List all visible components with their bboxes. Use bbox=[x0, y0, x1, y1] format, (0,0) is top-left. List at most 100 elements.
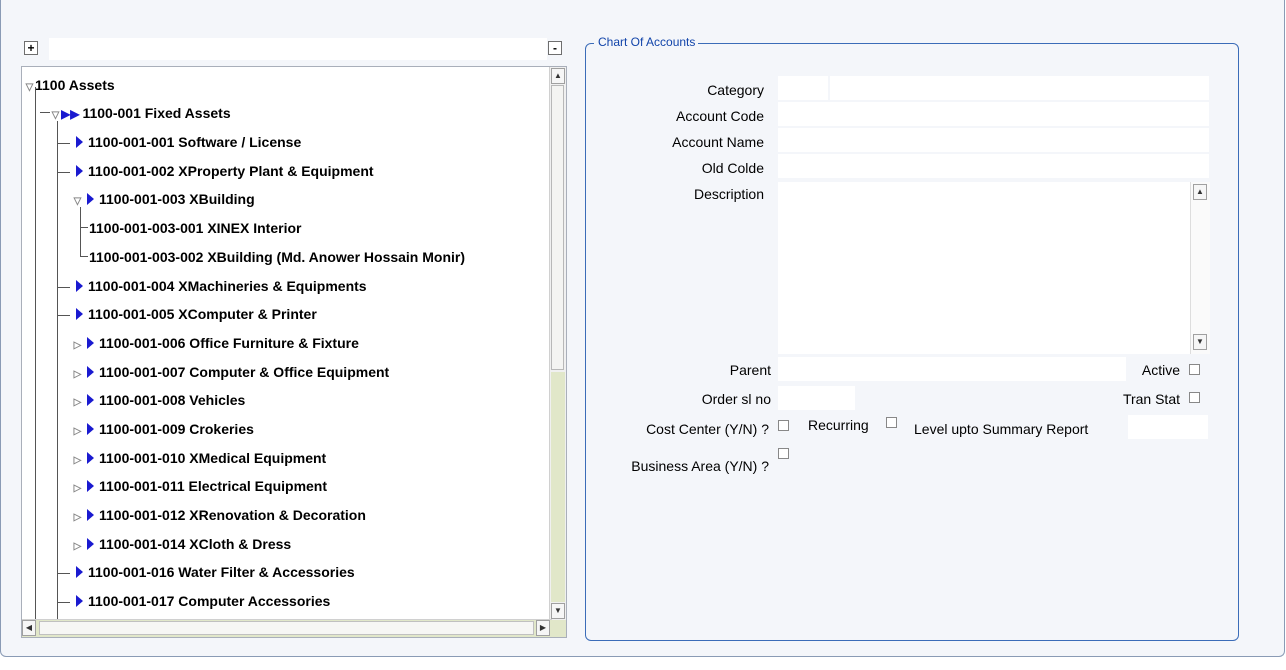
collapse-node-icon[interactable]: ▽ bbox=[72, 196, 83, 207]
level-upto-input[interactable] bbox=[1128, 415, 1208, 439]
tree-node[interactable]: ▷ 1100-001-014 XCloth & Dress bbox=[72, 530, 291, 558]
tree-node-label: 1100-001-002 XProperty Plant & Equipment bbox=[88, 163, 374, 179]
description-textarea[interactable] bbox=[778, 182, 1190, 354]
expand-node-icon[interactable]: ▷ bbox=[72, 340, 83, 351]
scroll-up-icon[interactable]: ▲ bbox=[551, 68, 565, 84]
tree-node-label: 1100-001-012 XRenovation & Decoration bbox=[99, 507, 366, 523]
scroll-right-icon[interactable]: ▶ bbox=[536, 620, 550, 636]
leaf-node-icon bbox=[87, 452, 94, 464]
expand-node-icon[interactable]: ▷ bbox=[72, 369, 83, 380]
tree-node-label: 1100-001-016 Water Filter & Accessories bbox=[88, 564, 355, 580]
recurring-checkbox[interactable] bbox=[886, 417, 897, 428]
tree-node-label: 1100-001-005 XComputer & Printer bbox=[88, 306, 317, 322]
leaf-node-icon bbox=[76, 136, 83, 148]
order-sl-no-label: Order sl no bbox=[701, 391, 771, 407]
scroll-thumb[interactable] bbox=[39, 621, 534, 635]
tree-node[interactable]: 1100-001-003-001 XINEX Interior bbox=[89, 214, 301, 242]
expand-node-icon[interactable]: ▷ bbox=[72, 512, 83, 523]
tree-node[interactable]: ▷ 1100-001-010 XMedical Equipment bbox=[72, 444, 326, 472]
leaf-node-icon bbox=[87, 538, 94, 550]
expand-node-icon[interactable]: ▷ bbox=[72, 397, 83, 408]
description-scrollbar[interactable]: ▲ ▼ bbox=[1190, 182, 1210, 354]
tree-node[interactable]: 1100-001-017 Computer Accessories bbox=[58, 587, 330, 615]
tree-node[interactable]: ▽ 1100-001-003 XBuilding bbox=[72, 185, 255, 213]
tree-node-label: 1100-001-010 XMedical Equipment bbox=[99, 450, 327, 466]
leaf-node-icon bbox=[87, 423, 94, 435]
tree-node[interactable]: ▷ 1100-001-009 Crokeries bbox=[72, 415, 254, 443]
order-sl-no-input[interactable] bbox=[778, 386, 855, 410]
tree-node-label: 1100-001-014 XCloth & Dress bbox=[99, 536, 292, 552]
category-label: Category bbox=[707, 82, 764, 98]
tree-node[interactable]: 1100-001-005 XComputer & Printer bbox=[58, 300, 317, 328]
old-code-label: Old Colde bbox=[701, 160, 764, 176]
collapse-all-button[interactable]: - bbox=[548, 41, 562, 55]
tree-node[interactable]: ▷ 1100-001-006 Office Furniture & Fixture bbox=[72, 329, 359, 357]
tree-connector bbox=[35, 87, 36, 627]
tree-search-input[interactable] bbox=[49, 38, 547, 60]
expand-node-icon[interactable]: ▷ bbox=[72, 541, 83, 552]
tree-node[interactable]: ▷ 1100-001-007 Computer & Office Equipmen… bbox=[72, 358, 389, 386]
tran-stat-checkbox[interactable] bbox=[1189, 392, 1200, 403]
tree-node[interactable]: ▷ 1100-001-008 Vehicles bbox=[72, 386, 245, 414]
tree-node[interactable]: 1100-001-016 Water Filter & Accessories bbox=[58, 558, 355, 586]
tree-node-label: 1100-001-008 Vehicles bbox=[99, 392, 246, 408]
account-code-label: Account Code bbox=[676, 108, 764, 124]
cost-center-checkbox[interactable] bbox=[778, 420, 789, 431]
tree-connector bbox=[80, 256, 88, 257]
scroll-track[interactable] bbox=[551, 372, 565, 602]
business-area-checkbox[interactable] bbox=[778, 448, 789, 459]
active-checkbox[interactable] bbox=[1189, 364, 1200, 375]
scroll-down-icon[interactable]: ▼ bbox=[551, 603, 565, 619]
tree-node[interactable]: ▷ 1100-001-011 Electrical Equipment bbox=[72, 472, 327, 500]
leaf-node-icon bbox=[87, 337, 94, 349]
account-tree[interactable]: ▽ 1100 Assets ▽ ▶▶ 1100-001 Fixed Assets 11… bbox=[21, 66, 567, 638]
tree-node-label: 1100-001-011 Electrical Equipment bbox=[99, 478, 328, 494]
tree-node-label: 1100 Assets bbox=[35, 77, 115, 93]
expand-node-icon[interactable]: ▷ bbox=[72, 483, 83, 494]
expand-all-button[interactable]: + bbox=[24, 41, 38, 55]
old-code-input[interactable] bbox=[778, 154, 1209, 178]
account-code-input[interactable] bbox=[778, 102, 1209, 126]
parent-input[interactable] bbox=[778, 357, 1126, 381]
tree-connector bbox=[57, 117, 58, 627]
selected-node-icon: ▶▶ bbox=[61, 107, 80, 121]
tree-node[interactable]: 1100-001-001 Software / License bbox=[58, 128, 301, 156]
leaf-node-icon bbox=[76, 566, 83, 578]
scroll-thumb[interactable] bbox=[551, 85, 564, 370]
category-code-input[interactable] bbox=[778, 76, 828, 100]
tree-node-label: 1100-001-003-001 XINEX Interior bbox=[89, 220, 302, 236]
tree-node[interactable]: 1100-001-004 XMachineries & Equipments bbox=[58, 272, 367, 300]
scroll-corner bbox=[550, 620, 566, 637]
scroll-up-icon[interactable]: ▲ bbox=[1193, 184, 1207, 200]
account-name-input[interactable] bbox=[778, 128, 1209, 152]
cost-center-label: Cost Center (Y/N) ? bbox=[646, 421, 769, 437]
leaf-node-icon bbox=[87, 394, 94, 406]
tree-toolbar: + - bbox=[21, 38, 567, 60]
tree-node-fixed-assets[interactable]: ▽ ▶▶ 1100-001 Fixed Assets bbox=[50, 99, 231, 127]
expand-node-icon[interactable]: ▷ bbox=[72, 455, 83, 466]
leaf-node-icon bbox=[87, 509, 94, 521]
scroll-left-icon[interactable]: ◀ bbox=[22, 620, 36, 636]
tree-node-label: 1100-001-003 XBuilding bbox=[99, 191, 255, 207]
tree-node-label: 1100-001-004 XMachineries & Equipments bbox=[88, 278, 367, 294]
tree-node[interactable]: 1100-001-003-002 XBuilding (Md. Anower H… bbox=[89, 243, 465, 271]
tree-horizontal-scrollbar[interactable]: ◀ ▶ bbox=[22, 619, 552, 637]
tree-node-label: 1100-001-017 Computer Accessories bbox=[88, 593, 331, 609]
leaf-node-icon bbox=[87, 193, 94, 205]
tree-node-label: 1100-001-006 Office Furniture & Fixture bbox=[99, 335, 359, 351]
collapse-node-icon[interactable]: ▽ bbox=[24, 82, 35, 93]
panel-title: Chart Of Accounts bbox=[594, 35, 699, 49]
category-name-input[interactable] bbox=[830, 76, 1209, 100]
scroll-down-icon[interactable]: ▼ bbox=[1193, 334, 1207, 350]
tree-node[interactable]: 1100-001-002 XProperty Plant & Equipment bbox=[58, 157, 374, 185]
account-name-label: Account Name bbox=[672, 134, 764, 150]
tree-vertical-scrollbar[interactable]: ▲ ▼ bbox=[549, 67, 566, 620]
collapse-node-icon[interactable]: ▽ bbox=[50, 110, 61, 121]
tree-node[interactable]: ▷ 1100-001-012 XRenovation & Decoration bbox=[72, 501, 366, 529]
tree-node-label: 1100-001 Fixed Assets bbox=[82, 105, 231, 121]
tran-stat-label: Tran Stat bbox=[1122, 391, 1180, 407]
expand-node-icon[interactable]: ▷ bbox=[72, 426, 83, 437]
level-upto-label: Level upto Summary Report bbox=[914, 421, 1089, 437]
tree-node-assets[interactable]: ▽ 1100 Assets bbox=[24, 71, 115, 99]
recurring-label: Recurring bbox=[808, 417, 869, 433]
